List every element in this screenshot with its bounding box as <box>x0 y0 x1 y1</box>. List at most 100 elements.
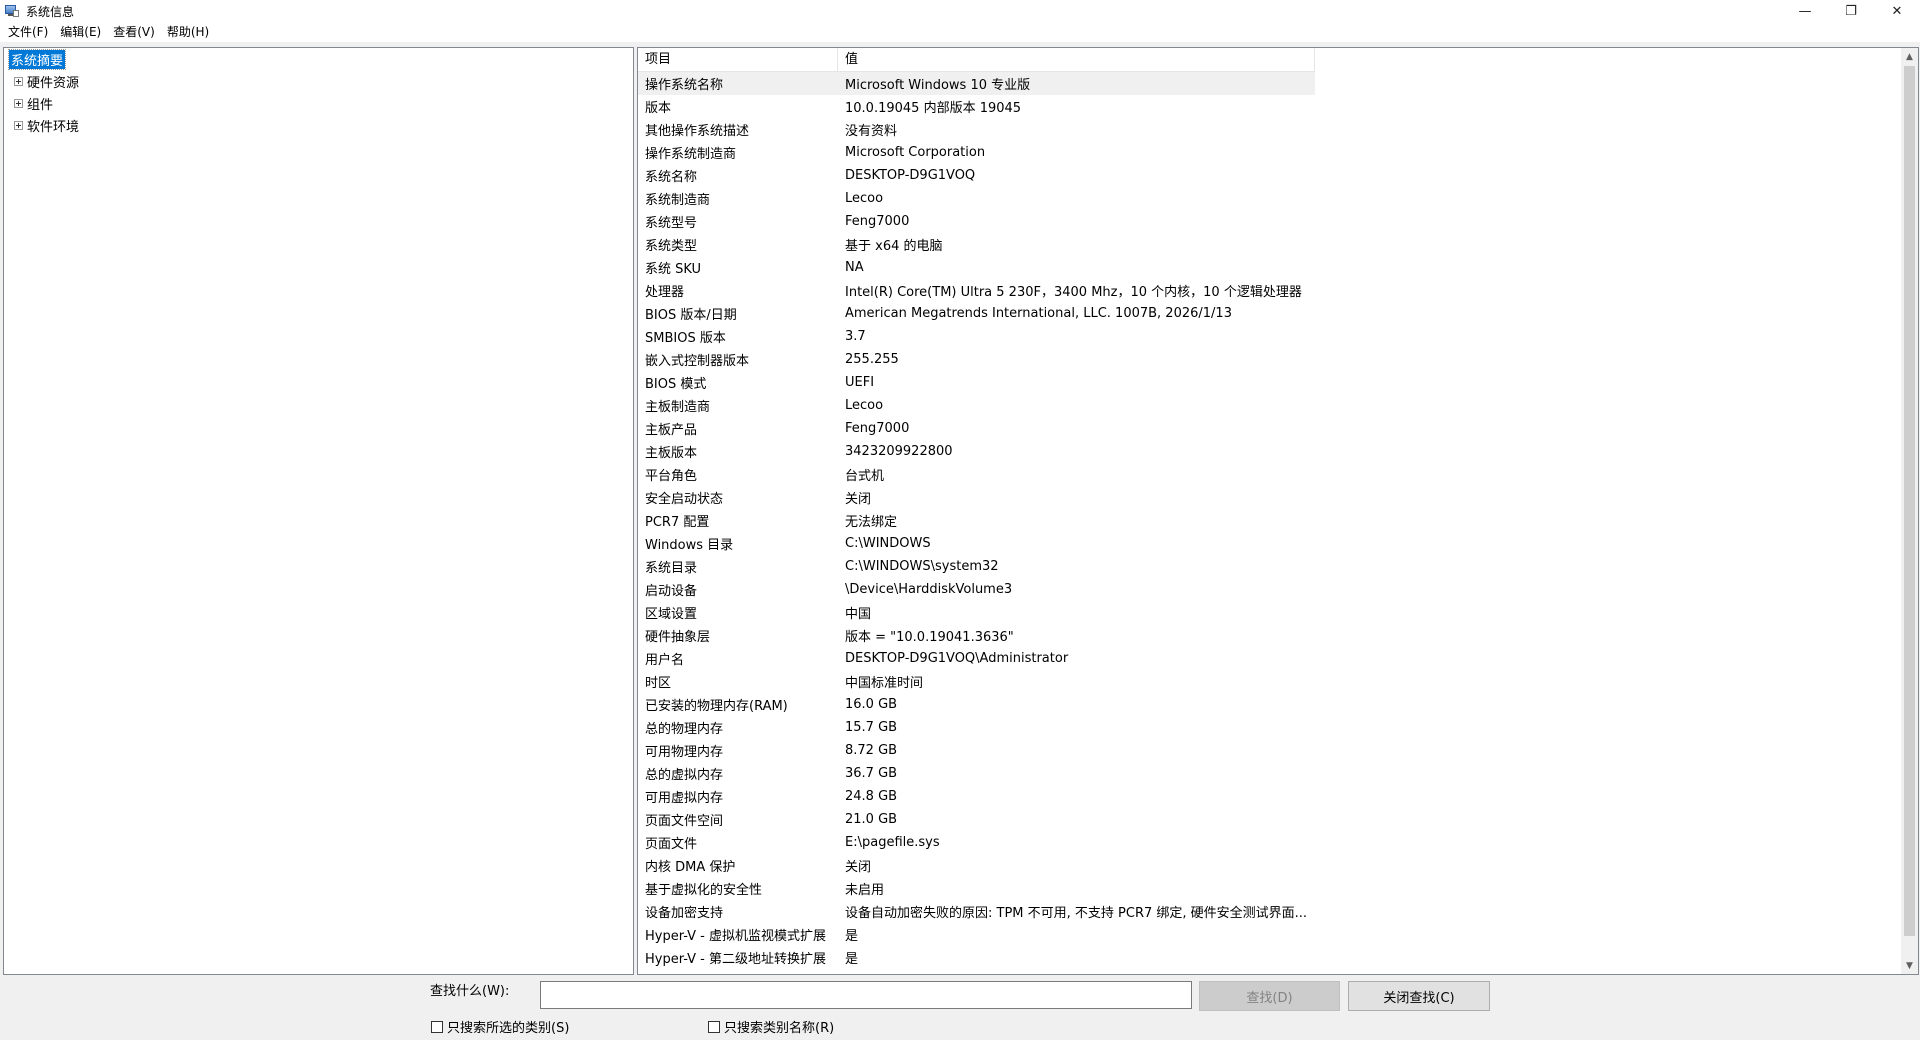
minimize-button[interactable]: — <box>1782 0 1828 22</box>
table-row[interactable]: 系统名称 DESKTOP-D9G1VOQ <box>638 164 1315 187</box>
row-value-cell: 是 <box>845 929 859 944</box>
row-value-cell: American Megatrends International, LLC. … <box>845 306 1232 321</box>
table-row[interactable]: 硬件抽象层 版本 = "10.0.19041.3636" <box>638 624 1315 647</box>
menu-help[interactable]: 帮助(H) <box>161 22 215 42</box>
table-row[interactable]: BIOS 模式 UEFI <box>638 371 1315 394</box>
table-row[interactable]: 平台角色 台式机 <box>638 463 1315 486</box>
row-item-cell: SMBIOS 版本 <box>645 331 726 346</box>
row-value-cell: 是 <box>845 952 859 967</box>
table-row[interactable]: 版本 10.0.19045 内部版本 19045 <box>638 95 1315 118</box>
table-row[interactable]: 系统型号 Feng7000 <box>638 210 1315 233</box>
row-item-cell: 用户名 <box>645 653 685 668</box>
table-row[interactable]: 页面文件空间 21.0 GB <box>638 808 1315 831</box>
table-row[interactable]: 系统类型 基于 x64 的电脑 <box>638 233 1315 256</box>
row-item-cell: Hyper-V - 虚拟机监视模式扩展 <box>645 929 827 944</box>
row-value-cell: Feng7000 <box>845 421 910 436</box>
table-row[interactable]: 其他操作系统描述 没有资料 <box>638 118 1315 141</box>
table-row[interactable]: 已安装的物理内存(RAM) 16.0 GB <box>638 693 1315 716</box>
table-row[interactable]: 区域设置 中国 <box>638 601 1315 624</box>
menu-edit[interactable]: 编辑(E) <box>54 22 107 42</box>
restore-button[interactable]: ❐ <box>1828 0 1874 22</box>
menu-file[interactable]: 文件(F) <box>2 22 54 42</box>
find-input[interactable] <box>540 981 1192 1009</box>
expand-icon[interactable] <box>14 98 23 108</box>
row-item-cell: 系统类型 <box>645 239 698 254</box>
row-item-cell: 主板产品 <box>645 423 698 438</box>
row-item-cell: BIOS 版本/日期 <box>645 308 737 323</box>
search-selected-category-checkbox[interactable]: 只搜索所选的类别(S) <box>431 1017 569 1036</box>
row-item-cell: 设备加密支持 <box>645 906 724 921</box>
tree-item-system-summary[interactable]: 系统摘要 <box>7 48 67 70</box>
category-tree[interactable]: 系统摘要 硬件资源 组件 软件环境 <box>3 47 634 975</box>
table-row[interactable]: 嵌入式控制器版本 255.255 <box>638 348 1315 371</box>
table-row[interactable]: 操作系统名称 Microsoft Windows 10 专业版 <box>638 72 1315 95</box>
table-row[interactable]: 内核 DMA 保护 关闭 <box>638 854 1315 877</box>
table-row[interactable]: 主板产品 Feng7000 <box>638 417 1315 440</box>
search-category-names-checkbox[interactable]: 只搜索类别名称(R) <box>708 1017 834 1036</box>
row-item-cell: 页面文件空间 <box>645 814 724 829</box>
table-row[interactable]: 时区 中国标准时间 <box>638 670 1315 693</box>
table-row[interactable]: 操作系统制造商 Microsoft Corporation <box>638 141 1315 164</box>
row-value-cell: DESKTOP-D9G1VOQ <box>845 168 976 183</box>
system-info-app-icon <box>5 5 19 17</box>
row-item-cell: 主板版本 <box>645 446 698 461</box>
row-item-cell: 系统 SKU <box>645 262 702 277</box>
find-button[interactable]: 查找(D) <box>1199 981 1340 1011</box>
table-row[interactable]: BIOS 版本/日期 American Megatrends Internatio… <box>638 302 1315 325</box>
table-row[interactable]: 基于虚拟化的安全性 未启用 <box>638 877 1315 900</box>
close-button[interactable]: ✕ <box>1874 0 1920 22</box>
table-row[interactable]: 总的虚拟内存 36.7 GB <box>638 762 1315 785</box>
row-item-cell: 其他操作系统描述 <box>645 124 750 139</box>
table-row[interactable]: 系统制造商 Lecoo <box>638 187 1315 210</box>
checkbox-box[interactable] <box>708 1020 720 1033</box>
window-title: 系统信息 <box>26 4 75 19</box>
scroll-up-arrow-icon[interactable]: ▲ <box>1901 48 1918 65</box>
column-header-value[interactable]: 值 <box>838 48 1315 72</box>
row-item-cell: 区域设置 <box>645 607 698 622</box>
scroll-down-arrow-icon[interactable]: ▼ <box>1901 957 1918 974</box>
table-row[interactable]: 总的物理内存 15.7 GB <box>638 716 1315 739</box>
table-row[interactable]: Hyper-V - 虚拟机监视模式扩展 是 <box>638 923 1315 946</box>
table-row[interactable]: 用户名 DESKTOP-D9G1VOQ\Administrator <box>638 647 1315 670</box>
table-row[interactable]: SMBIOS 版本 3.7 <box>638 325 1315 348</box>
vertical-scrollbar[interactable]: ▲ ▼ <box>1901 48 1918 974</box>
row-value-cell: 关闭 <box>845 492 872 507</box>
table-row[interactable]: 主板版本 3423209922800 <box>638 440 1315 463</box>
table-row[interactable]: 系统目录 C:\WINDOWS\system32 <box>638 555 1315 578</box>
table-row[interactable]: 安全启动状态 关闭 <box>638 486 1315 509</box>
details-list[interactable]: 项目 值 操作系统名称 Microsoft Windows 10 专业版 版本 10.… <box>637 47 1919 975</box>
row-value-cell: 3423209922800 <box>845 444 953 459</box>
table-row[interactable]: 可用物理内存 8.72 GB <box>638 739 1315 762</box>
column-header-item[interactable]: 项目 <box>638 48 838 72</box>
table-row[interactable]: 可用虚拟内存 24.8 GB <box>638 785 1315 808</box>
table-row[interactable]: Windows 目录 C:\WINDOWS <box>638 532 1315 555</box>
row-value-cell: 中国 <box>845 607 872 622</box>
row-item-cell: 基于虚拟化的安全性 <box>645 883 763 898</box>
scrollbar-thumb[interactable] <box>1904 66 1915 936</box>
table-row[interactable]: 处理器 Intel(R) Core(TM) Ultra 5 230F，3400 M… <box>638 279 1315 302</box>
table-row[interactable]: 启动设备 \Device\HarddiskVolume3 <box>638 578 1315 601</box>
table-row[interactable]: PCR7 配置 无法绑定 <box>638 509 1315 532</box>
row-item-cell: 系统制造商 <box>645 193 711 208</box>
close-find-button[interactable]: 关闭查找(C) <box>1348 981 1490 1011</box>
table-row[interactable]: 系统 SKU NA <box>638 256 1315 279</box>
checkbox-box[interactable] <box>431 1020 443 1033</box>
tree-item-label: 组件 <box>27 97 54 113</box>
expand-icon[interactable] <box>14 120 23 130</box>
table-row[interactable]: Hyper-V - 第二级地址转换扩展 是 <box>638 946 1315 969</box>
table-row[interactable]: 主板制造商 Lecoo <box>638 394 1315 417</box>
row-value-cell: 未启用 <box>845 883 885 898</box>
row-value-cell: C:\WINDOWS <box>845 536 931 551</box>
row-value-cell: C:\WINDOWS\system32 <box>845 559 999 574</box>
tree-item-components[interactable]: 组件 <box>14 94 54 113</box>
menu-view[interactable]: 查看(V) <box>107 22 161 42</box>
row-value-cell: 16.0 GB <box>845 697 898 712</box>
row-value-cell: 基于 x64 的电脑 <box>845 239 943 254</box>
table-row[interactable]: 页面文件 E:\pagefile.sys <box>638 831 1315 854</box>
row-value-cell: Microsoft Windows 10 专业版 <box>845 78 1031 93</box>
table-row[interactable]: 设备加密支持 设备自动加密失败的原因: TPM 不可用, 不支持 PCR7 绑定,… <box>638 900 1315 923</box>
row-item-cell: 时区 <box>645 676 672 691</box>
tree-item-software-environment[interactable]: 软件环境 <box>14 116 79 135</box>
expand-icon[interactable] <box>14 76 23 86</box>
tree-item-hardware-resources[interactable]: 硬件资源 <box>14 72 79 91</box>
